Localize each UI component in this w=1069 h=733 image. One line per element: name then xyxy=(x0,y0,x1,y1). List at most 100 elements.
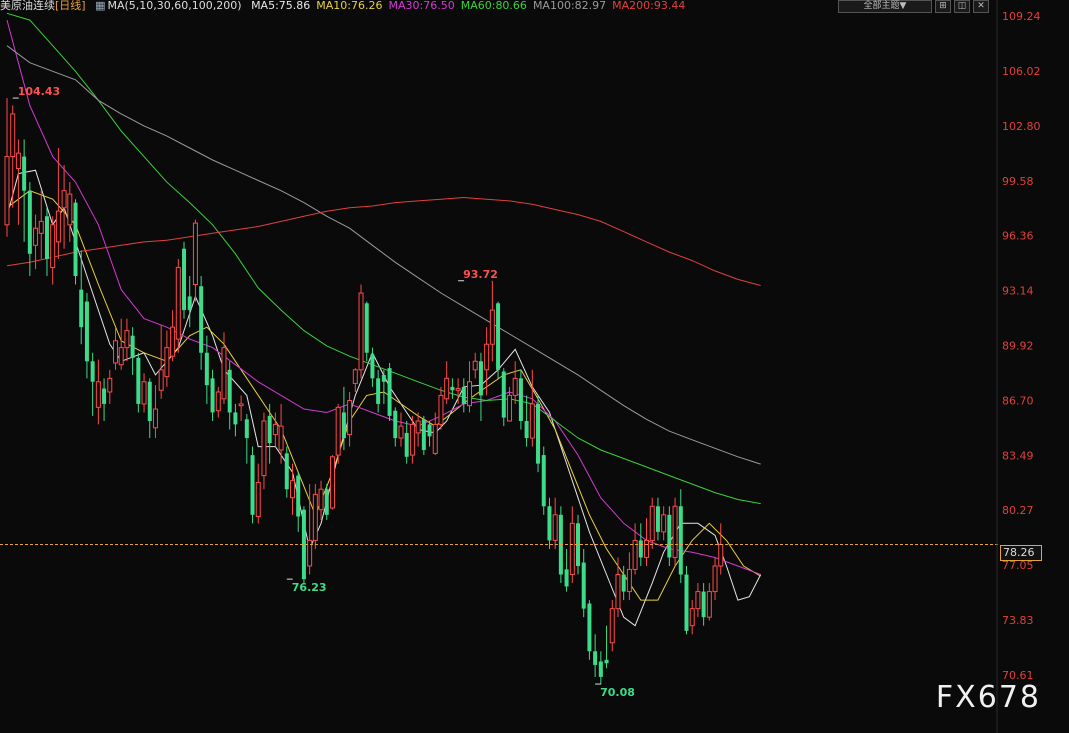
candle-body xyxy=(455,388,461,391)
price-tick-label: 73.83 xyxy=(1002,614,1034,627)
candle-body xyxy=(238,403,244,407)
candle-body xyxy=(278,425,284,451)
candle-body xyxy=(364,303,369,353)
candle-body xyxy=(33,227,39,246)
candle-body xyxy=(341,412,346,439)
candle-body xyxy=(678,506,683,575)
candle-body xyxy=(90,361,95,382)
ma-legend-item: MA5:75.86 xyxy=(251,0,311,12)
candle-body xyxy=(655,506,660,532)
price-tick-label: 86.70 xyxy=(1002,395,1034,408)
candle-body xyxy=(536,403,541,464)
candle-body xyxy=(444,377,450,400)
price-tick-label: 80.27 xyxy=(1002,504,1034,517)
candle-body xyxy=(324,489,329,515)
candle-body xyxy=(427,424,432,437)
candle-body xyxy=(581,562,586,609)
candle-body xyxy=(112,340,118,364)
ma-line-ma30 xyxy=(6,19,761,575)
candle-body xyxy=(27,190,32,254)
candle-body xyxy=(147,381,152,421)
ma-legend: MA5:75.86 MA10:76.26 MA30:76.50 MA60:80.66 M… xyxy=(251,0,691,12)
candle-body xyxy=(261,420,267,477)
candle-body xyxy=(712,565,718,593)
low-annotation: 76.23 xyxy=(292,581,327,594)
candle-body xyxy=(398,425,404,439)
candle-body xyxy=(604,659,609,664)
candle-body xyxy=(284,453,289,490)
period-label[interactable]: [日线] xyxy=(55,0,86,12)
candle-body xyxy=(524,420,529,439)
candle-body xyxy=(152,408,158,429)
ma-indicator-icon[interactable]: ▦ xyxy=(95,0,105,12)
candle-body xyxy=(421,419,426,450)
candle-body xyxy=(467,381,473,407)
candle-body xyxy=(541,455,546,507)
ma-line-ma60 xyxy=(6,12,761,505)
candle-body xyxy=(352,369,358,384)
candle-body xyxy=(38,220,44,234)
candle-body xyxy=(192,222,198,286)
candle-body xyxy=(644,539,650,558)
candle-body xyxy=(199,286,204,353)
candle-body xyxy=(695,591,701,610)
candle-body xyxy=(50,224,56,268)
candle-body xyxy=(329,456,335,509)
price-tick-label: 109.24 xyxy=(1002,10,1041,23)
layout-grid-icon[interactable]: ⊞ xyxy=(935,0,951,13)
candle-body xyxy=(689,608,695,627)
candle-body xyxy=(404,432,409,457)
candle-body xyxy=(684,574,689,631)
candle-body xyxy=(44,216,49,259)
candle-body xyxy=(130,335,135,358)
candle-body xyxy=(484,343,490,371)
ma-line-ma200 xyxy=(6,196,761,286)
candle-body xyxy=(409,423,415,456)
ma-legend-item: MA60:80.66 xyxy=(460,0,527,12)
candle-body xyxy=(438,394,444,425)
candle-body xyxy=(79,289,84,328)
header-buttons: 全部主题▼ ⊞ ◫ ✕ xyxy=(838,0,989,13)
candle-body xyxy=(182,248,187,311)
candle-body xyxy=(290,480,295,499)
candle-body xyxy=(512,377,518,396)
candle-body xyxy=(432,423,438,454)
candle-body xyxy=(102,388,107,404)
candle-body xyxy=(358,292,364,371)
candle-body xyxy=(164,347,170,378)
candle-body xyxy=(706,591,712,618)
candle-body xyxy=(489,309,495,345)
candle-body xyxy=(415,420,421,434)
candle-body xyxy=(518,378,523,421)
layout-split-icon[interactable]: ◫ xyxy=(954,0,970,13)
candle-body xyxy=(569,522,575,576)
candle-body xyxy=(215,391,221,412)
symbol-name[interactable]: 美原油连续 xyxy=(0,0,55,12)
candle-body xyxy=(296,475,301,517)
candle-body xyxy=(450,386,455,391)
theme-select[interactable]: 全部主题▼ xyxy=(838,0,932,13)
candle-body xyxy=(609,608,615,644)
price-tick-label: 96.36 xyxy=(1002,230,1034,243)
candle-body xyxy=(73,202,78,276)
candle-body xyxy=(638,540,643,558)
candle-body xyxy=(312,493,318,541)
candle-body xyxy=(593,651,598,665)
candle-body xyxy=(370,354,375,379)
ma-legend-item: MA100:82.97 xyxy=(532,0,607,12)
close-icon[interactable]: ✕ xyxy=(973,0,989,13)
candle-body xyxy=(61,190,67,209)
candle-body xyxy=(661,514,667,533)
candle-body xyxy=(649,505,655,541)
price-axis: 109.24 106.02 102.80 99.58 96.36 93.14 89.92 86… xyxy=(1002,10,1041,682)
candle-body xyxy=(381,374,386,382)
candle-body xyxy=(587,603,592,652)
candle-body xyxy=(672,505,678,558)
candle-body xyxy=(615,574,621,610)
candle-body xyxy=(4,156,10,226)
price-tick-label: 93.14 xyxy=(1002,285,1034,298)
candle-body xyxy=(244,419,249,439)
candle-body xyxy=(461,386,466,404)
candle-body xyxy=(335,406,341,456)
candle-body xyxy=(272,423,278,436)
